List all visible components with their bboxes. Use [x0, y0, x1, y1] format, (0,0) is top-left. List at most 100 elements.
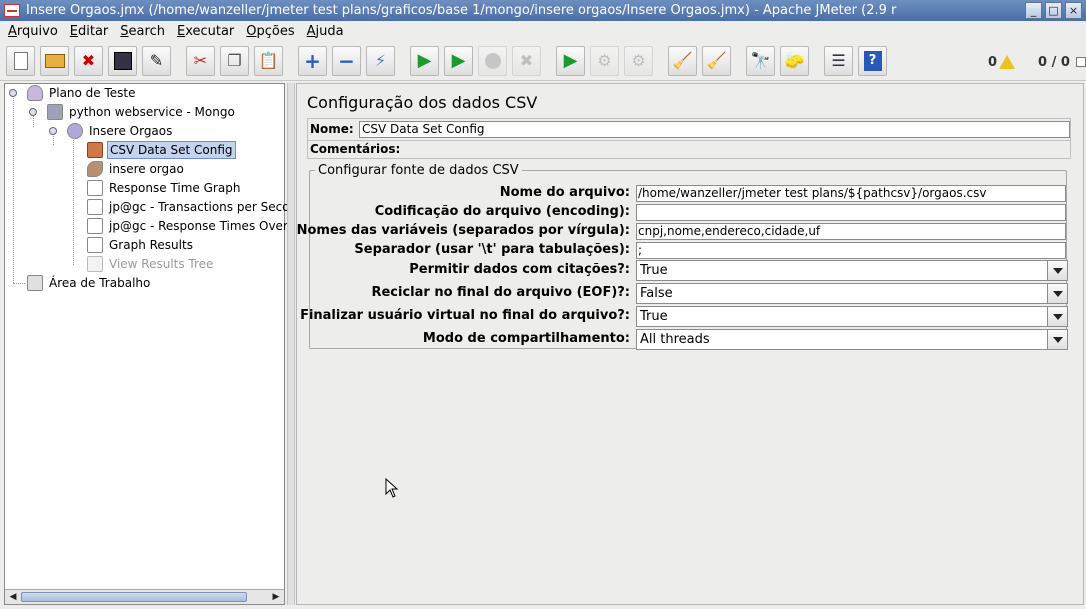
menu-arquivo[interactable]: Arquivo: [2, 22, 64, 42]
reset-search-button[interactable]: 🧽: [780, 46, 809, 76]
tree-expand-handle[interactable]: [49, 127, 57, 135]
tree-node-label: jp@gc - Response Times Over: [109, 219, 288, 233]
open-icon: [44, 54, 65, 68]
results-tree-icon: [87, 256, 103, 272]
search-button[interactable]: 🔭: [746, 46, 775, 76]
cut-icon: ✂: [193, 51, 208, 70]
chevron-down-icon[interactable]: [1047, 307, 1067, 326]
mouse-cursor-icon: [385, 478, 399, 498]
menu-ajuda[interactable]: Ajuda: [301, 22, 350, 42]
start-no-pauses-button[interactable]: ▶: [444, 46, 473, 76]
expand-icon: +: [304, 49, 321, 73]
tree-node-graph-results[interactable]: Graph Results: [87, 236, 195, 254]
filename-label: Nome do arquivo:: [499, 185, 630, 200]
new-icon: [13, 52, 28, 70]
remote-stop-icon: ⚙: [597, 51, 612, 70]
tree-expand-handle[interactable]: [29, 108, 37, 116]
tree-connector: [13, 96, 14, 283]
sampler-icon: [87, 161, 103, 177]
shutdown-button[interactable]: ✖: [512, 46, 541, 76]
thread-group-icon: [47, 104, 63, 120]
chevron-down-icon[interactable]: [1047, 284, 1067, 303]
expand-all-button[interactable]: +: [298, 46, 327, 76]
csv-config-panel: Configuração dos dados CSV Nome: CSV Dat…: [296, 83, 1084, 605]
comments-row[interactable]: Comentários:: [307, 141, 1071, 159]
graph-listener-icon: [87, 237, 103, 253]
tree-node-label: python webservice - Mongo: [69, 105, 235, 119]
panel-splitter[interactable]: [287, 83, 295, 605]
clear-button[interactable]: 🧹: [668, 46, 697, 76]
scroll-right-icon[interactable]: ▶: [269, 591, 283, 603]
start-button[interactable]: ▶: [410, 46, 439, 76]
filename-input[interactable]: /home/wanzeller/jmeter test plans/${path…: [636, 185, 1066, 202]
help-button[interactable]: ?: [858, 46, 887, 76]
tree-node-response-time-graph[interactable]: Response Time Graph: [87, 179, 242, 197]
close-icon: ✖: [81, 51, 96, 70]
menu-editar[interactable]: Editar: [64, 22, 115, 42]
stop-thread-eof-select[interactable]: True: [636, 306, 1068, 327]
recycle-eof-select[interactable]: False: [636, 283, 1068, 304]
tree-node-workbench[interactable]: Área de Trabalho: [27, 274, 152, 292]
paste-button[interactable]: 📋: [254, 46, 283, 76]
name-input[interactable]: CSV Data Set Config: [359, 121, 1070, 138]
sharing-mode-select[interactable]: All threads: [636, 329, 1068, 350]
allow-quoted-select[interactable]: True: [636, 260, 1068, 281]
tree-node-response-times-over-time[interactable]: jp@gc - Response Times Over: [87, 217, 290, 235]
function-helper-button[interactable]: ☰: [824, 46, 853, 76]
close-file-button[interactable]: ✖: [74, 46, 103, 76]
tree-node-label: Área de Trabalho: [49, 276, 151, 290]
tree-node-test-plan[interactable]: Plano de Teste: [27, 84, 138, 102]
tree-node-sampler[interactable]: insere orgao: [87, 160, 186, 178]
remote-stop-all-button[interactable]: ⚙: [590, 46, 619, 76]
menu-executar[interactable]: Executar: [171, 22, 240, 42]
tree-node-label: Plano de Teste: [49, 86, 136, 100]
remote-shutdown-all-button[interactable]: ⚙: [624, 46, 653, 76]
tree-node-label: Insere Orgaos: [89, 124, 173, 138]
menu-search[interactable]: Search: [114, 22, 171, 42]
menu-opcoes[interactable]: Opções: [240, 22, 300, 42]
minimize-button[interactable]: _: [1025, 2, 1042, 19]
collapse-all-button[interactable]: −: [332, 46, 361, 76]
new-button[interactable]: [6, 46, 35, 76]
tree-horizontal-scrollbar[interactable]: ◀ ▶: [5, 589, 284, 604]
tree-node-transactions-per-second[interactable]: jp@gc - Transactions per Seco: [87, 198, 292, 216]
copy-button[interactable]: ❐: [220, 46, 249, 76]
variable-names-input[interactable]: cnpj,nome,endereco,cidade,uf: [636, 223, 1066, 240]
tree-node-controller[interactable]: Insere Orgaos: [67, 122, 174, 140]
recycle-eof-label: Reciclar no final do arquivo (EOF)?:: [371, 285, 630, 300]
config-element-icon: [87, 142, 103, 158]
stop-button[interactable]: [478, 46, 507, 76]
close-window-button[interactable]: ×: [1065, 2, 1082, 19]
window-title-bar[interactable]: Insere Orgaos.jmx (/home/wanzeller/jmete…: [0, 0, 1086, 21]
remote-shutdown-icon: ⚙: [631, 51, 646, 70]
save-button[interactable]: [108, 46, 137, 76]
test-plan-tree[interactable]: Plano de Teste python webservice - Mongo…: [4, 83, 290, 605]
help-icon: ?: [863, 51, 882, 71]
chevron-down-icon[interactable]: [1047, 261, 1067, 280]
tree-expand-handle[interactable]: [9, 89, 17, 97]
clear-all-button[interactable]: 🧹: [702, 46, 731, 76]
csv-source-group: Configurar fonte de dados CSV Nome do ar…: [297, 163, 1068, 350]
tree-node-csv-data-set-config[interactable]: CSV Data Set Config: [87, 141, 236, 159]
scroll-left-icon[interactable]: ◀: [6, 591, 20, 603]
allow-quoted-label: Permitir dados com citações?:: [409, 262, 630, 277]
jmeter-app-icon: [4, 4, 20, 17]
name-label: Nome:: [310, 122, 354, 136]
open-button[interactable]: [40, 46, 69, 76]
cut-button[interactable]: ✂: [186, 46, 215, 76]
save-as-button[interactable]: ✎: [142, 46, 171, 76]
toggle-button[interactable]: ⚡: [366, 46, 395, 76]
warning-icon[interactable]: [999, 55, 1015, 69]
paste-icon: 📋: [258, 51, 279, 70]
encoding-input[interactable]: [636, 204, 1066, 221]
delimiter-input[interactable]: ;: [636, 242, 1066, 259]
tree-node-thread-group[interactable]: python webservice - Mongo: [47, 103, 237, 121]
comments-label: Comentários:: [310, 142, 401, 156]
remote-start-all-button[interactable]: ▶: [556, 46, 585, 76]
chevron-down-icon[interactable]: [1047, 330, 1067, 349]
scrollbar-thumb[interactable]: [21, 592, 247, 602]
menu-bar: Arquivo Editar Search Executar Opções Aj…: [0, 21, 1086, 43]
maximize-button[interactable]: □: [1045, 2, 1062, 19]
tree-node-view-results-tree[interactable]: View Results Tree: [87, 255, 215, 273]
toolbar: ✖ ✎ ✂ ❐ 📋 + − ⚡ ▶ ▶ ✖ ▶ ⚙ ⚙ 🧹 🧹 🔭 🧽 ☰ ? …: [0, 43, 1086, 81]
